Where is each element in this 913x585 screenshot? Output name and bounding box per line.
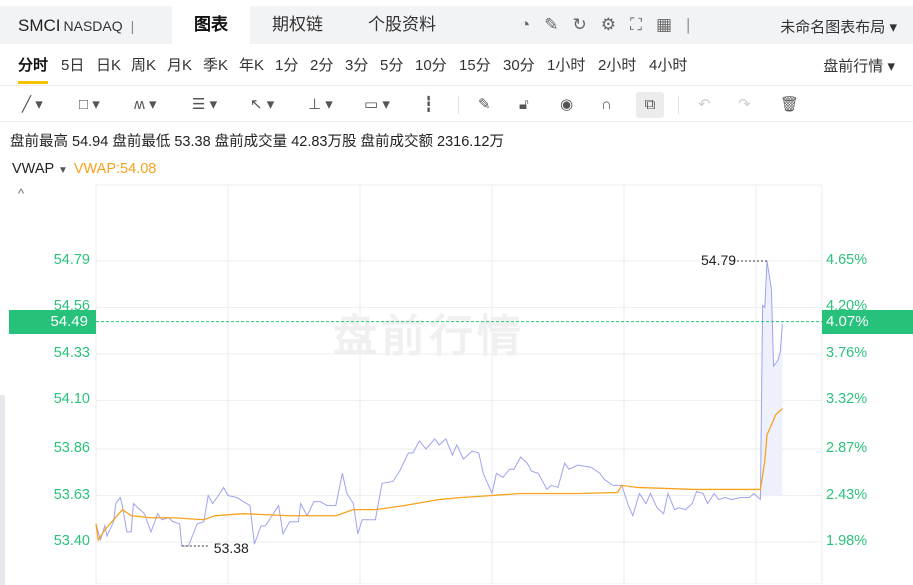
current-price-box: 54.49 bbox=[9, 309, 96, 334]
percent-axis-label: 4.65% bbox=[826, 252, 868, 268]
high-label: 54.79 bbox=[701, 252, 737, 268]
price-axis-label: 53.40 bbox=[53, 533, 90, 549]
price-axis-label: 54.10 bbox=[53, 391, 90, 408]
percent-axis-label: 1.98% bbox=[826, 533, 868, 549]
low-label: 53.38 bbox=[213, 540, 249, 557]
price-axis-label: 54.79 bbox=[53, 252, 90, 268]
percent-axis-label: 3.32% bbox=[826, 391, 868, 408]
price-chart[interactable] bbox=[0, 0, 913, 584]
vwap-line bbox=[95, 408, 783, 542]
price-axis-label: 53.63 bbox=[53, 486, 90, 503]
percent-axis-label: 2.43% bbox=[826, 486, 868, 503]
price-line bbox=[95, 260, 783, 547]
current-percent-box: 4.07% bbox=[822, 309, 913, 334]
price-axis-label: 53.86 bbox=[53, 440, 90, 456]
percent-axis-label: 2.87% bbox=[826, 440, 868, 456]
percent-axis-label: 3.76% bbox=[826, 344, 868, 361]
plot-frame bbox=[95, 184, 823, 584]
price-axis-label: 54.33 bbox=[53, 344, 90, 361]
